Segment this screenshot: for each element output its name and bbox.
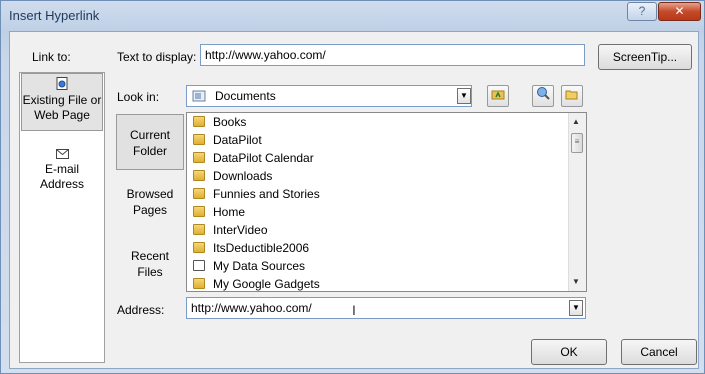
help-button[interactable]: ? [627,2,657,21]
place-recent-line1: Recent [130,249,170,263]
folder-icon [193,224,205,235]
title-bar[interactable]: Insert Hyperlink ? ✕ [1,1,704,31]
place-browsed-line2: Pages [132,203,168,217]
place-browsed-line1: Browsed [126,187,174,201]
place-recent-files[interactable]: Recent Files [116,248,184,288]
place-current-folder[interactable]: Current Folder [116,114,184,170]
folder-icon [193,152,205,163]
file-name: Downloads [213,169,273,183]
list-item[interactable]: My Google Gadgets [193,275,320,291]
browse-web-button[interactable] [532,85,554,107]
places-bar: Current Folder Browsed Pages Recent File… [116,114,184,290]
scroll-thumb[interactable]: ≡ [571,133,583,153]
address-input[interactable]: http://www.yahoo.com/ [186,297,586,319]
file-name: Funnies and Stories [213,187,320,201]
link-to-existing-line2: Web Page [34,108,90,122]
file-name: My Data Sources [213,259,306,273]
list-item[interactable]: Books [193,113,246,131]
file-name: Books [213,115,247,129]
look-in-dropdown-arrow[interactable]: ▼ [457,88,471,104]
place-browsed-pages[interactable]: Browsed Pages [116,186,184,226]
address-label: Address: [117,303,165,317]
file-name: DataPilot Calendar [213,151,314,165]
list-item[interactable]: InterVideo [193,221,268,239]
web-page-icon [22,77,102,93]
file-name: My Google Gadgets [213,277,320,291]
documents-folder-icon [192,89,206,106]
open-folder-icon [565,90,578,100]
up-one-folder-button[interactable] [487,85,509,107]
dialog-title: Insert Hyperlink [9,8,100,23]
folder-icon [193,116,205,127]
folder-icon [193,278,205,289]
link-to-label: Link to: [32,50,71,64]
place-current-line2: Folder [132,144,167,158]
file-list-scrollbar[interactable]: ▲ ≡ ▼ [568,113,586,291]
link-to-email-line2: Address [39,177,85,191]
folder-icon [193,242,205,253]
scroll-down-arrow-icon[interactable]: ▼ [572,277,580,286]
link-to-panel: Existing File or Web Page E-mail Address [19,72,105,363]
email-icon [21,147,103,162]
screentip-button[interactable]: ScreenTip... [598,44,692,70]
folder-icon [193,206,205,217]
place-current-line1: Current [129,128,170,142]
file-list[interactable]: Books DataPilot DataPilot Calendar Downl… [186,112,587,292]
look-in-label: Look in: [117,90,160,104]
scroll-up-arrow-icon[interactable]: ▲ [572,117,580,126]
folder-icon [193,170,205,181]
insert-hyperlink-dialog: Insert Hyperlink ? ✕ Link to: Existing F… [0,0,705,374]
link-to-existing-file[interactable]: Existing File or Web Page [21,73,103,131]
list-item[interactable]: Downloads [193,167,272,185]
folder-icon [193,188,205,199]
close-button[interactable]: ✕ [658,2,701,21]
look-in-value: Documents [215,89,276,103]
text-cursor-icon: I [352,302,356,318]
file-name: ItsDeductible2006 [213,241,310,255]
list-item[interactable]: DataPilot [193,131,262,149]
link-to-email-line1: E-mail [44,162,79,176]
cancel-button[interactable]: Cancel [621,339,697,365]
link-to-existing-line1: Existing File or [22,93,102,107]
file-name: InterVideo [213,223,268,237]
address-dropdown-arrow[interactable]: ▼ [569,300,583,316]
look-in-select[interactable]: Documents [186,85,472,107]
text-to-display-label: Text to display: [117,50,197,64]
list-item[interactable]: DataPilot Calendar [193,149,314,167]
browse-file-button[interactable] [561,85,583,107]
list-item[interactable]: Funnies and Stories [193,185,320,203]
globe-search-icon [537,87,550,100]
list-item[interactable]: My Data Sources [193,257,305,275]
list-item[interactable]: ItsDeductible2006 [193,239,309,257]
file-name: Home [213,205,246,219]
folder-icon [193,134,205,145]
file-name: DataPilot [213,133,262,147]
link-to-email[interactable]: E-mail Address [21,147,103,193]
list-item[interactable]: Home [193,203,245,221]
text-to-display-input[interactable]: http://www.yahoo.com/ [200,44,585,66]
place-recent-line2: Files [137,265,163,279]
up-folder-icon [491,90,505,100]
ok-button[interactable]: OK [531,339,607,365]
data-sources-icon [193,260,205,271]
